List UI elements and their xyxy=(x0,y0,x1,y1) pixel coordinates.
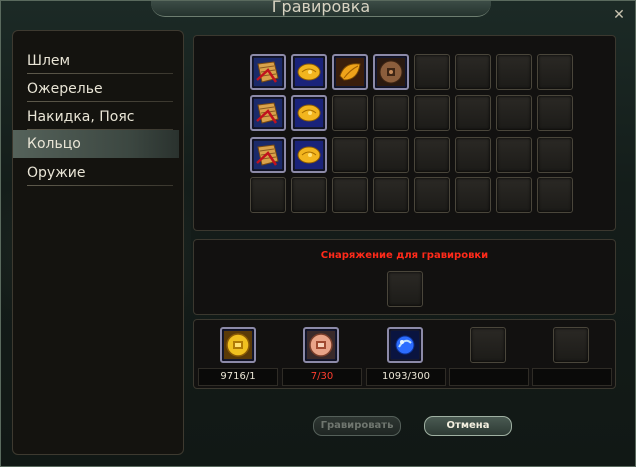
inventory-grid xyxy=(193,35,616,231)
menu-item-ring[interactable]: Кольцо xyxy=(13,130,179,158)
inventory-slot[interactable] xyxy=(291,137,327,173)
inventory-slot[interactable] xyxy=(455,177,491,213)
material-slot[interactable] xyxy=(220,327,256,363)
engraving-window: Гравировка ✕ Шлем Ожерелье Накидка, Пояс… xyxy=(0,0,636,467)
inventory-slot[interactable] xyxy=(332,177,368,213)
inventory-slot[interactable] xyxy=(414,95,450,131)
inventory-slot[interactable] xyxy=(250,137,286,173)
inventory-slot[interactable] xyxy=(373,137,409,173)
inventory-slot[interactable] xyxy=(455,95,491,131)
inventory-slot[interactable] xyxy=(250,177,286,213)
equipment-slot[interactable] xyxy=(387,271,423,307)
material-slot[interactable] xyxy=(470,327,506,363)
material-slot[interactable] xyxy=(387,327,423,363)
materials-panel: 9716/1 7/30 1093/300 xyxy=(193,319,616,389)
inventory-slot[interactable] xyxy=(455,54,491,90)
inventory-slot[interactable] xyxy=(537,95,573,131)
inventory-slot[interactable] xyxy=(291,54,327,90)
cancel-button[interactable]: Отмена xyxy=(424,416,512,436)
inventory-slot[interactable] xyxy=(537,54,573,90)
inventory-slot[interactable] xyxy=(250,54,286,90)
inventory-slot[interactable] xyxy=(332,137,368,173)
material-count xyxy=(532,368,612,386)
material-slot[interactable] xyxy=(553,327,589,363)
material-slot[interactable] xyxy=(303,327,339,363)
inventory-slot[interactable] xyxy=(537,137,573,173)
inventory-slot[interactable] xyxy=(496,177,532,213)
inventory-slot[interactable] xyxy=(291,95,327,131)
window-title: Гравировка xyxy=(271,0,371,16)
inventory-slot[interactable] xyxy=(373,95,409,131)
inventory-slot[interactable] xyxy=(455,137,491,173)
menu-item-weapon[interactable]: Оружие xyxy=(17,159,173,187)
inventory-slot[interactable] xyxy=(414,137,450,173)
inventory-slot[interactable] xyxy=(373,54,409,90)
equipment-panel: Снаряжение для гравировки xyxy=(193,239,616,315)
equipment-label: Снаряжение для гравировки xyxy=(320,250,489,261)
inventory-slot[interactable] xyxy=(291,177,327,213)
title-bar[interactable]: Гравировка xyxy=(151,0,491,17)
inventory-slot[interactable] xyxy=(537,177,573,213)
inventory-slot[interactable] xyxy=(332,54,368,90)
menu-item-cloak-belt[interactable]: Накидка, Пояс xyxy=(17,103,173,131)
material-count: 9716/1 xyxy=(198,368,278,386)
inventory-slot[interactable] xyxy=(414,54,450,90)
menu-item-helmet[interactable]: Шлем xyxy=(17,47,173,75)
menu-item-necklace[interactable]: Ожерелье xyxy=(17,75,173,103)
material-count: 7/30 xyxy=(282,368,362,386)
inventory-slot[interactable] xyxy=(373,177,409,213)
material-count: 1093/300 xyxy=(366,368,446,386)
material-count xyxy=(449,368,529,386)
category-menu: Шлем Ожерелье Накидка, Пояс Кольцо Оружи… xyxy=(12,30,184,455)
close-icon[interactable]: ✕ xyxy=(611,7,627,23)
engrave-button[interactable]: Гравировать xyxy=(313,416,401,436)
inventory-slot[interactable] xyxy=(414,177,450,213)
inventory-slot[interactable] xyxy=(496,137,532,173)
inventory-slot[interactable] xyxy=(250,95,286,131)
inventory-slot[interactable] xyxy=(496,54,532,90)
inventory-slot[interactable] xyxy=(496,95,532,131)
inventory-slot[interactable] xyxy=(332,95,368,131)
